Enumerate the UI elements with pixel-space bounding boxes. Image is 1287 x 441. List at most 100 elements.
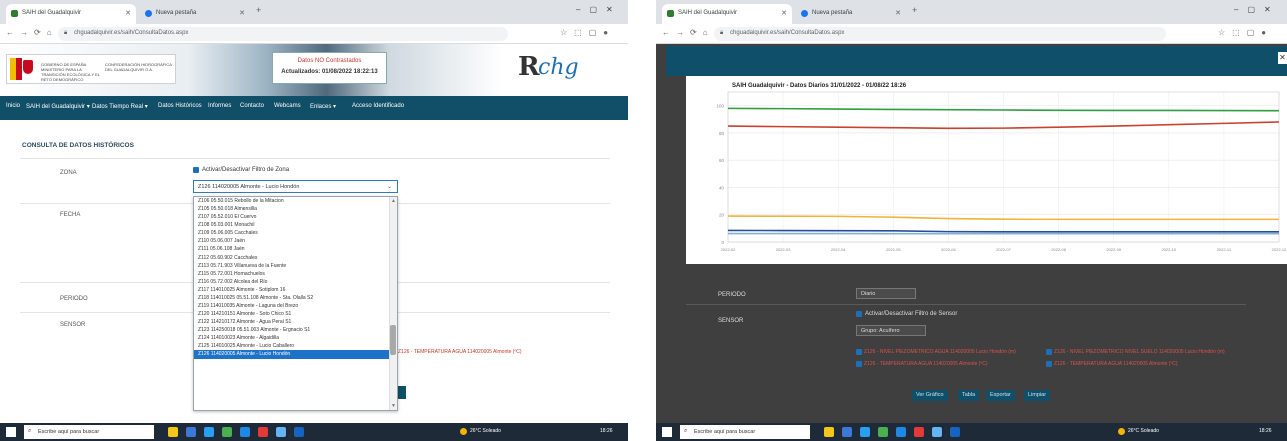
close-icon[interactable]: ✕ (1278, 52, 1287, 64)
dropdown-option[interactable]: Z107 05.52.010 El Cuervo (194, 213, 397, 221)
dropdown-option[interactable]: Z108 05.03.001 Monachil (194, 221, 397, 229)
sensor-filter-checkbox[interactable] (856, 311, 862, 317)
nav-historicos[interactable]: Datos Históricos (158, 103, 202, 109)
taskview-icon[interactable] (168, 427, 178, 437)
window-controls-icon[interactable]: –▢✕ (1234, 5, 1280, 14)
chg-logo[interactable]: R chg (518, 52, 622, 86)
close-icon[interactable]: ✕ (125, 9, 131, 17)
weather-icon[interactable] (460, 428, 467, 435)
explorer-icon[interactable] (186, 427, 196, 437)
nav-inicio[interactable]: Inicio (6, 103, 20, 109)
mail-icon[interactable] (240, 427, 250, 437)
sensor-group-select[interactable]: Grupo: Acuífero (856, 325, 926, 336)
store-icon[interactable] (878, 427, 888, 437)
sensor-label: SENSOR (60, 322, 86, 328)
dropdown-option[interactable]: Z117 114010025 Almonte - Sotiplom 16 (194, 286, 397, 294)
dropdown-option[interactable]: Z109 05.06.005 Cacchales (194, 229, 397, 237)
dropdown-option[interactable]: Z124 114010023 Almonte - Algaidilla (194, 334, 397, 342)
dropdown-option[interactable]: Z106 05.50.015 Rebollo de la Mitacion (194, 197, 397, 205)
clock-text[interactable]: 18:26 (600, 428, 613, 434)
nav-enlaces[interactable]: Enlaces ▾ (310, 103, 336, 110)
zone-filter-checkbox[interactable] (193, 167, 199, 173)
right-browser-window: SAIH del Guadalquivir ✕ Nueva pestaña ✕ … (656, 0, 1287, 441)
nav-acceso[interactable]: Acceso Identificado (352, 103, 404, 109)
app-icon[interactable] (276, 427, 286, 437)
action-button[interactable] (398, 386, 406, 399)
nav-buttons-icon[interactable]: ←→⟳⌂ (662, 28, 714, 37)
close-icon[interactable]: ✕ (239, 9, 245, 17)
sensor-checkbox[interactable] (1046, 349, 1052, 355)
taskview-icon[interactable] (824, 427, 834, 437)
tab-strip: SAIH del Guadalquivir ✕ Nueva pestaña ✕ … (0, 0, 628, 24)
dropdown-option[interactable]: Z116 05.72.002 Alcolea del Río (194, 278, 397, 286)
nav-saih[interactable]: SAIH del Guadalquivir ▾ (26, 103, 90, 110)
toolbar-icons-icon[interactable]: ☆⬚▢● (1218, 28, 1273, 37)
scroll-down-icon[interactable]: ▼ (391, 403, 396, 409)
browser-tab-new[interactable]: Nueva pestaña ✕ (796, 4, 906, 24)
sensor-checkbox[interactable] (856, 349, 862, 355)
zone-select[interactable]: Z126 114020005 Almonte - Lucio Hondón ⌄ (193, 180, 398, 193)
periodo-select[interactable]: Diario (856, 288, 916, 299)
nav-informes[interactable]: Informes (208, 103, 231, 109)
chrome-icon[interactable] (258, 427, 268, 437)
x-tick-label: 2022-03 (776, 247, 791, 252)
dropdown-option[interactable]: Z115 05.72.001 Hornachuelos (194, 270, 397, 278)
explorer-icon[interactable] (842, 427, 852, 437)
table-button[interactable]: Tabla (958, 390, 980, 401)
dropdown-option[interactable]: Z112 05.60.902 Cacchales (194, 254, 397, 262)
window-controls-icon[interactable]: –▢✕ (576, 5, 622, 14)
url-input[interactable]: 🔒︎ chguadalquivir.es/saih/ConsultaDatos.… (58, 27, 508, 41)
windows-start-icon[interactable] (6, 427, 16, 437)
chrome-icon[interactable] (914, 427, 924, 437)
browser-tab-saih[interactable]: SAIH del Guadalquivir ✕ (662, 4, 792, 24)
edge-icon[interactable] (204, 427, 214, 437)
close-icon[interactable]: ✕ (781, 9, 787, 17)
taskbar-search-input[interactable]: ⌕ Escribe aquí para buscar (680, 425, 810, 439)
clock-text[interactable]: 18:26 (1259, 428, 1272, 434)
new-tab-icon[interactable]: + (256, 5, 261, 15)
dropdown-option[interactable]: Z125 114010025 Almonte - Lucio Caballero (194, 342, 397, 350)
export-button[interactable]: Exportar (986, 390, 1015, 401)
dropdown-option[interactable]: Z118 114010025 05.51.108 Almonte - Sta. … (194, 294, 397, 302)
new-tab-icon[interactable]: + (912, 5, 917, 15)
scrollbar-thumb[interactable] (390, 325, 396, 355)
browser-tab-saih[interactable]: SAIH del Guadalquivir ✕ (6, 4, 136, 24)
zone-dropdown-list[interactable]: Z106 05.50.015 Rebollo de la Mitacion Z10… (193, 196, 398, 411)
browser-tab-new[interactable]: Nueva pestaña ✕ (140, 4, 250, 24)
weather-icon[interactable] (1118, 428, 1125, 435)
app-icon[interactable] (932, 427, 942, 437)
dropdown-option[interactable]: Z111 05.06.108 Jaén (194, 245, 397, 253)
close-icon[interactable]: ✕ (895, 9, 901, 17)
taskbar-search-input[interactable]: ⌕ Escribe aquí para buscar (24, 425, 154, 439)
clear-button[interactable]: Limpiar (1024, 390, 1051, 401)
sensor-checkbox[interactable] (856, 361, 862, 367)
mail-icon[interactable] (896, 427, 906, 437)
nav-buttons-icon[interactable]: ←→⟳⌂ (6, 28, 58, 37)
tab-label: SAIH del Guadalquivir (678, 10, 738, 16)
sensor-checkbox[interactable] (1046, 361, 1052, 367)
dropdown-option[interactable]: Z113 05.71.903 Villanueva de la Fuente (194, 262, 397, 270)
dropdown-scrollbar[interactable]: ▲ ▼ (389, 197, 397, 410)
y-tick-label: 40 (719, 185, 725, 190)
nav-webcams[interactable]: Webcams (274, 103, 301, 109)
dropdown-option[interactable]: Z105 05.50.018 Almensilla (194, 205, 397, 213)
weather-text: 26°C Soleado (470, 428, 501, 434)
windows-start-icon[interactable] (662, 427, 672, 437)
dropdown-option[interactable]: Z126 114020005 Almonte - Lucio Hondón (194, 350, 397, 359)
dropdown-option[interactable]: Z122 114210172 Almonte - Agua Peral S1 (194, 318, 397, 326)
y-tick-label: 60 (719, 158, 725, 163)
dropdown-option[interactable]: Z120 114210151 Almonte - Soto Chico S1 (194, 310, 397, 318)
dropdown-option[interactable]: Z119 114010035 Almonte - Laguna del Brez… (194, 302, 397, 310)
word-icon[interactable] (294, 427, 304, 437)
edge-icon[interactable] (860, 427, 870, 437)
url-input[interactable]: 🔒︎ chguadalquivir.es/saih/ConsultaDatos.… (714, 27, 1166, 41)
dropdown-option[interactable]: Z110 05.06.007 Jaén (194, 237, 397, 245)
scroll-up-icon[interactable]: ▲ (391, 198, 396, 204)
toolbar-icons-icon[interactable]: ☆⬚▢● (560, 28, 615, 37)
nav-contacto[interactable]: Contacto (240, 103, 264, 109)
store-icon[interactable] (222, 427, 232, 437)
dropdown-option[interactable]: Z123 114250018 05.51.003 Almonte - Ergna… (194, 326, 397, 334)
word-icon[interactable] (950, 427, 960, 437)
nav-tiempo-real[interactable]: Datos Tiempo Real ▾ (92, 103, 148, 110)
view-chart-button[interactable]: Ver Gráfico (912, 390, 948, 401)
